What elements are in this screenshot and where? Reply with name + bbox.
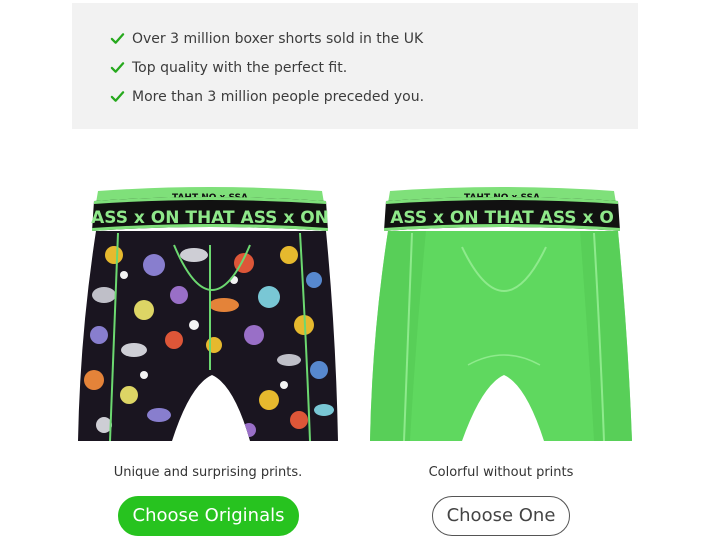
boxer-one-image: TAHT NO ⅹ SSA ASS ⅹ ON THAT ASS ⅹ O xyxy=(370,187,632,442)
benefits-list: Over 3 million boxer shorts sold in the … xyxy=(110,24,424,111)
waistband-text: ASS ⅹ ON THAT ASS ⅹ O xyxy=(390,208,614,228)
boxer-originals-image: TAHT NO ⅹ SSA xyxy=(78,187,338,441)
benefit-text: Over 3 million boxer shorts sold in the … xyxy=(132,30,424,47)
benefit-item: Over 3 million boxer shorts sold in the … xyxy=(110,24,424,53)
check-icon xyxy=(110,33,125,44)
check-icon xyxy=(110,62,125,73)
product-image-originals[interactable]: TAHT NO ⅹ SSA xyxy=(74,185,344,445)
caption-originals: Unique and surprising prints. xyxy=(113,465,303,480)
choose-originals-button[interactable]: Choose Originals xyxy=(118,496,299,536)
benefit-item: More than 3 million people preceded you. xyxy=(110,82,424,111)
benefit-text: Top quality with the perfect fit. xyxy=(132,59,348,76)
waistband-text: ASS ⅹ ON THAT ASS ⅹ ON xyxy=(91,208,329,228)
benefit-item: Top quality with the perfect fit. xyxy=(110,53,424,82)
choose-one-button[interactable]: Choose One xyxy=(432,496,570,536)
product-image-one[interactable]: TAHT NO ⅹ SSA ASS ⅹ ON THAT ASS ⅹ O xyxy=(366,185,638,445)
benefits-panel: Over 3 million boxer shorts sold in the … xyxy=(72,3,638,129)
check-icon xyxy=(110,91,125,102)
caption-one: Colorful without prints xyxy=(428,465,574,480)
benefit-text: More than 3 million people preceded you. xyxy=(132,88,425,105)
